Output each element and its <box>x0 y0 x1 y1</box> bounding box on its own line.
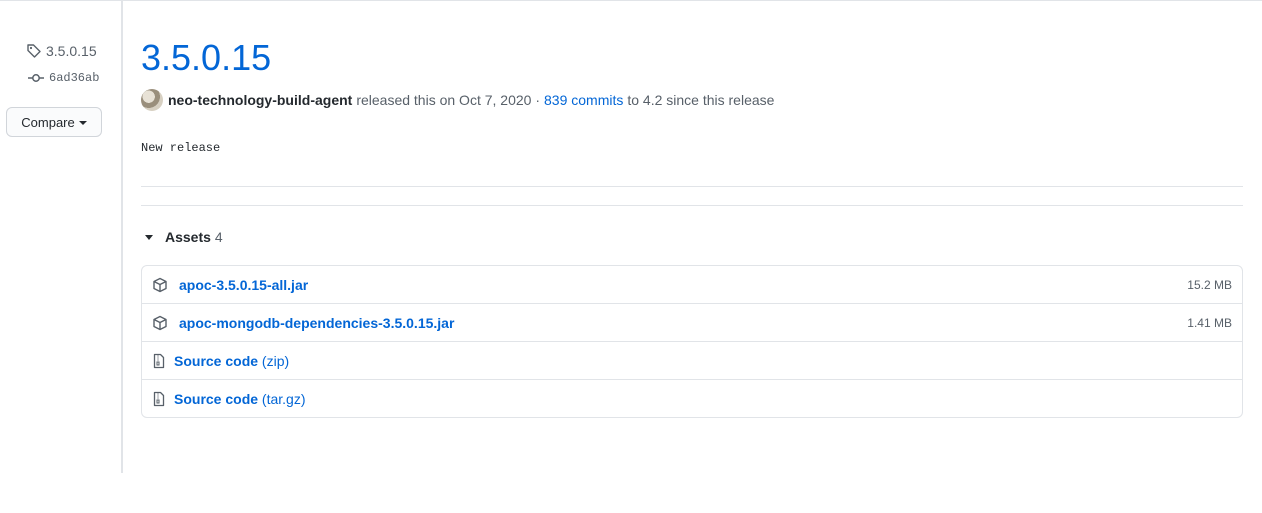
triangle-down-icon <box>145 234 153 240</box>
released-text: released this on Oct 7, 2020 · <box>356 92 540 108</box>
asset-link[interactable]: apoc-mongodb-dependencies-3.5.0.15.jar <box>179 315 454 331</box>
tag-label: 3.5.0.15 <box>46 43 97 59</box>
release-title[interactable]: 3.5.0.15 <box>141 34 271 82</box>
package-icon <box>153 315 167 331</box>
assets-label: Assets <box>165 229 211 245</box>
assets-toggle[interactable]: Assets 4 <box>145 227 223 247</box>
avatar[interactable] <box>141 89 163 111</box>
compare-button[interactable]: Compare <box>6 107 102 137</box>
commit-link[interactable]: 6ad36ab <box>28 69 118 87</box>
compare-label: Compare <box>21 114 75 130</box>
asset-row[interactable]: Source code (zip) <box>142 341 1242 379</box>
assets-list: apoc-3.5.0.15-all.jar 15.2 MB apoc-mongo… <box>141 265 1243 418</box>
divider <box>141 186 1243 187</box>
tag-icon <box>27 44 41 58</box>
tag-link[interactable]: 3.5.0.15 <box>26 40 116 62</box>
file-zip-icon <box>153 391 165 407</box>
source-code-label: Source code <box>174 352 259 369</box>
release-meta: neo-technology-build-agent released this… <box>141 89 774 111</box>
git-commit-icon <box>28 74 44 82</box>
file-zip-icon <box>153 353 165 369</box>
source-code-link[interactable]: Source code (zip) <box>174 353 289 369</box>
divider <box>141 205 1243 206</box>
asset-size: 1.41 MB <box>1187 315 1232 330</box>
author-link[interactable]: neo-technology-build-agent <box>168 92 352 108</box>
commits-link[interactable]: 839 commits <box>544 92 623 108</box>
asset-link[interactable]: apoc-3.5.0.15-all.jar <box>179 277 308 293</box>
asset-size: 15.2 MB <box>1187 278 1232 292</box>
source-code-label: Source code <box>174 390 259 407</box>
source-code-link[interactable]: Source code (tar.gz) <box>174 391 306 407</box>
assets-count: 4 <box>214 229 223 245</box>
source-format: (zip) <box>261 352 290 369</box>
asset-row[interactable]: apoc-3.5.0.15-all.jar 15.2 MB <box>142 266 1242 304</box>
asset-row[interactable]: apoc-mongodb-dependencies-3.5.0.15.jar 1… <box>142 303 1242 341</box>
source-format: (tar.gz) <box>261 390 306 407</box>
top-divider <box>0 0 1262 1</box>
release-description: New release <box>141 141 221 155</box>
asset-row[interactable]: Source code (tar.gz) <box>142 379 1242 417</box>
chevron-down-icon <box>78 120 87 125</box>
commits-suffix: to 4.2 since this release <box>627 92 775 108</box>
package-icon <box>153 277 167 293</box>
commit-sha: 6ad36ab <box>49 71 100 85</box>
timeline-divider <box>121 0 123 473</box>
